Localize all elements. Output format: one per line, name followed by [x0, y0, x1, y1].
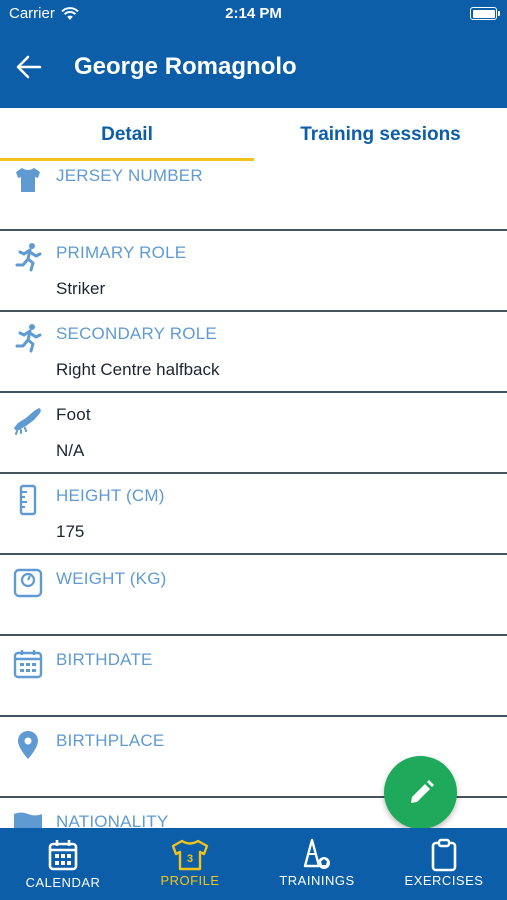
- field-label: PRIMARY ROLE: [56, 243, 187, 262]
- field-label: JERSEY NUMBER: [56, 166, 203, 185]
- profile-badge: 3: [187, 853, 193, 865]
- field-label: BIRTHPLACE: [56, 731, 165, 750]
- ruler-icon: [19, 484, 37, 516]
- jersey-icon: [16, 168, 40, 192]
- nav-item-trainings[interactable]: TRAININGS: [254, 828, 380, 900]
- page-title: George Romagnolo: [74, 53, 297, 80]
- status-bar: Carrier 2:14 PM: [0, 0, 507, 30]
- field-row-secondary-role[interactable]: SECONDARY ROLE Right Centre halfback: [0, 312, 507, 393]
- location-pin-icon: [18, 731, 38, 759]
- jersey-icon: 3: [171, 839, 209, 871]
- football-boot-icon: [14, 408, 41, 435]
- nav-label: CALENDAR: [25, 875, 101, 890]
- field-row-foot[interactable]: Foot N/A: [0, 393, 507, 474]
- back-arrow-icon[interactable]: [14, 52, 44, 82]
- app-header: Carrier 2:14 PM George Romagnolo: [0, 0, 507, 108]
- field-value: Striker: [56, 279, 106, 298]
- field-value: 175: [56, 522, 85, 541]
- field-row-height[interactable]: HEIGHT (CM) 175: [0, 474, 507, 555]
- flag-icon: [14, 812, 42, 828]
- cone-ball-icon: [303, 838, 330, 869]
- calendar-icon: [13, 650, 43, 679]
- battery-icon: [470, 7, 500, 20]
- field-row-jersey-number[interactable]: JERSEY NUMBER: [0, 162, 507, 231]
- clipboard-icon: [431, 838, 457, 872]
- field-label: WEIGHT (KG): [56, 569, 167, 588]
- field-label: HEIGHT (CM): [56, 486, 165, 505]
- nav-label: EXERCISES: [404, 873, 484, 888]
- nav-label: TRAININGS: [279, 873, 355, 888]
- status-time: 2:14 PM: [225, 5, 282, 22]
- active-tab-indicator: [0, 158, 254, 161]
- nav-item-exercises[interactable]: EXERCISES: [381, 828, 507, 900]
- tab-training-sessions[interactable]: Training sessions: [254, 108, 507, 162]
- nav-item-calendar[interactable]: CALENDAR: [0, 828, 126, 900]
- field-row-birthdate[interactable]: BIRTHDATE: [0, 636, 507, 717]
- running-player-icon: [15, 243, 42, 272]
- tab-bar: Detail Training sessions: [0, 108, 507, 162]
- nav-label: PROFILE: [160, 873, 220, 888]
- tab-detail[interactable]: Detail: [0, 108, 254, 162]
- scale-icon: [13, 568, 43, 598]
- player-detail-list[interactable]: JERSEY NUMBER PRIMARY ROLE Striker SECON…: [0, 162, 507, 828]
- running-player-icon: [15, 324, 42, 353]
- field-row-weight[interactable]: WEIGHT (KG): [0, 555, 507, 636]
- pencil-icon: [410, 779, 434, 803]
- field-label: BIRTHDATE: [56, 650, 153, 669]
- calendar-icon: [48, 840, 78, 871]
- nav-item-profile[interactable]: 3 PROFILE: [127, 828, 253, 900]
- field-value: Right Centre halfback: [56, 360, 220, 379]
- field-label: NATIONALITY: [56, 812, 169, 828]
- edit-button[interactable]: [384, 756, 457, 829]
- field-value: N/A: [56, 441, 85, 460]
- field-label: Foot: [56, 405, 91, 424]
- field-label: SECONDARY ROLE: [56, 324, 217, 343]
- field-row-primary-role[interactable]: PRIMARY ROLE Striker: [0, 231, 507, 312]
- bottom-navigation: CALENDAR 3 PROFILE TRAININGS EXERCISES: [0, 828, 507, 900]
